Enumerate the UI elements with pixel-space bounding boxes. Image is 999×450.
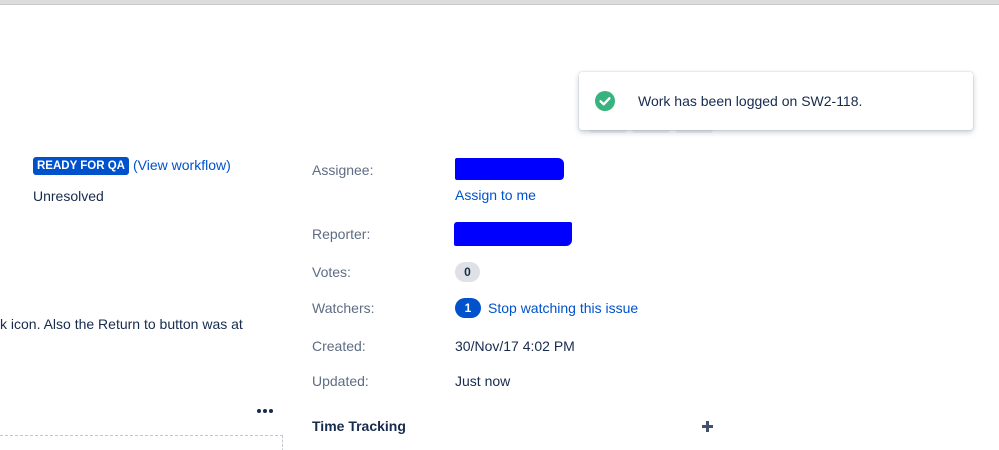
view-workflow-link[interactable]: (View workflow) <box>133 157 231 173</box>
more-actions-icon[interactable] <box>255 406 275 416</box>
assignee-redaction <box>455 158 564 180</box>
votes-count-badge[interactable]: 0 <box>455 262 480 282</box>
status-lozenge[interactable]: READY FOR QA <box>33 157 129 175</box>
updated-value: Just now <box>455 373 511 389</box>
description-text: k icon. Also the Return to button was at <box>0 316 243 332</box>
plus-icon[interactable] <box>700 418 716 434</box>
reporter-redaction <box>454 222 572 246</box>
created-value: 30/Nov/17 4:02 PM <box>455 338 575 354</box>
top-border <box>0 0 999 5</box>
check-circle-icon <box>595 91 615 111</box>
watchers-count-badge[interactable]: 1 <box>455 298 481 318</box>
flag-message: Work has been logged on SW2-118. <box>638 93 863 109</box>
time-tracking-heading: Time Tracking <box>312 418 406 434</box>
assignee-label: Assignee: <box>312 162 374 178</box>
votes-label: Votes: <box>312 264 351 280</box>
resolution-value: Unresolved <box>33 188 104 204</box>
reporter-label: Reporter: <box>312 226 371 242</box>
updated-label: Updated: <box>312 373 369 389</box>
attachment-dropzone[interactable] <box>0 435 283 450</box>
stop-watching-link[interactable]: Stop watching this issue <box>488 300 638 316</box>
created-label: Created: <box>312 338 366 354</box>
watchers-label: Watchers: <box>312 300 375 316</box>
success-flag: Work has been logged on SW2-118. <box>579 72 973 130</box>
assign-to-me-link[interactable]: Assign to me <box>455 187 536 203</box>
